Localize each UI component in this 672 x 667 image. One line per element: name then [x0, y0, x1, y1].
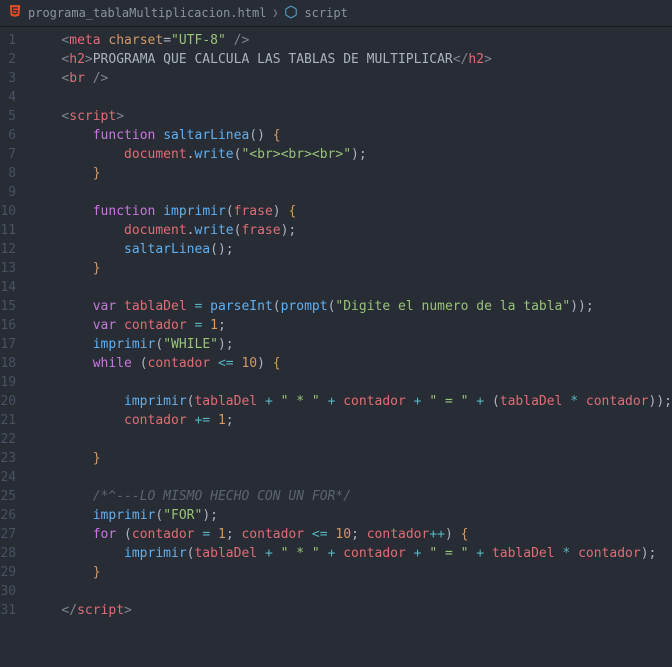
code-content[interactable]: <meta charset="UTF-8" /> <h2>PROGRAMA QU… — [30, 31, 672, 620]
line-number: 14 — [0, 278, 16, 297]
line-number: 5 — [0, 107, 16, 126]
code-line[interactable]: function imprimir(frase) { — [30, 202, 672, 221]
code-line[interactable] — [30, 430, 672, 449]
line-number: 8 — [0, 164, 16, 183]
line-number: 13 — [0, 259, 16, 278]
code-line[interactable]: contador += 1; — [30, 411, 672, 430]
line-number: 27 — [0, 525, 16, 544]
code-line[interactable]: var contador = 1; — [30, 316, 672, 335]
line-number: 22 — [0, 430, 16, 449]
code-line[interactable]: } — [30, 449, 672, 468]
line-number: 3 — [0, 69, 16, 88]
line-number: 26 — [0, 506, 16, 525]
line-number: 25 — [0, 487, 16, 506]
script-symbol-icon — [284, 5, 298, 22]
code-line[interactable] — [30, 183, 672, 202]
code-editor[interactable]: 1234567891011121314151617181920212223242… — [0, 27, 672, 620]
code-line[interactable] — [30, 468, 672, 487]
line-number: 15 — [0, 297, 16, 316]
line-number: 1 — [0, 31, 16, 50]
code-line[interactable]: document.write(frase); — [30, 221, 672, 240]
html-file-icon — [8, 4, 22, 22]
line-number: 19 — [0, 373, 16, 392]
line-number-gutter: 1234567891011121314151617181920212223242… — [0, 31, 30, 620]
breadcrumb[interactable]: programa_tablaMultiplicacion.html ❯ scri… — [0, 0, 672, 27]
code-line[interactable]: <meta charset="UTF-8" /> — [30, 31, 672, 50]
line-number: 24 — [0, 468, 16, 487]
code-line[interactable]: var tablaDel = parseInt(prompt("Digite e… — [30, 297, 672, 316]
line-number: 30 — [0, 582, 16, 601]
line-number: 28 — [0, 544, 16, 563]
code-line[interactable]: imprimir(tablaDel + " * " + contador + "… — [30, 544, 672, 563]
code-line[interactable]: </script> — [30, 601, 672, 620]
line-number: 20 — [0, 392, 16, 411]
breadcrumb-file[interactable]: programa_tablaMultiplicacion.html — [28, 6, 266, 20]
line-number: 31 — [0, 601, 16, 620]
line-number: 23 — [0, 449, 16, 468]
line-number: 11 — [0, 221, 16, 240]
line-number: 18 — [0, 354, 16, 373]
code-line[interactable]: /*^---LO MISMO HECHO CON UN FOR*/ — [30, 487, 672, 506]
code-line[interactable]: imprimir("WHILE"); — [30, 335, 672, 354]
line-number: 6 — [0, 126, 16, 145]
code-line[interactable] — [30, 582, 672, 601]
code-line[interactable]: for (contador = 1; contador <= 10; conta… — [30, 525, 672, 544]
code-line[interactable]: while (contador <= 10) { — [30, 354, 672, 373]
code-line[interactable] — [30, 88, 672, 107]
code-line[interactable]: document.write("<br><br><br>"); — [30, 145, 672, 164]
line-number: 21 — [0, 411, 16, 430]
line-number: 10 — [0, 202, 16, 221]
line-number: 12 — [0, 240, 16, 259]
code-line[interactable]: <script> — [30, 107, 672, 126]
code-line[interactable]: function saltarLinea() { — [30, 126, 672, 145]
line-number: 2 — [0, 50, 16, 69]
line-number: 29 — [0, 563, 16, 582]
breadcrumb-symbol[interactable]: script — [304, 6, 347, 20]
code-line[interactable]: imprimir(tablaDel + " * " + contador + "… — [30, 392, 672, 411]
code-line[interactable]: <br /> — [30, 69, 672, 88]
line-number: 7 — [0, 145, 16, 164]
line-number: 4 — [0, 88, 16, 107]
line-number: 16 — [0, 316, 16, 335]
line-number: 17 — [0, 335, 16, 354]
code-line[interactable] — [30, 278, 672, 297]
code-line[interactable]: <h2>PROGRAMA QUE CALCULA LAS TABLAS DE M… — [30, 50, 672, 69]
code-line[interactable]: saltarLinea(); — [30, 240, 672, 259]
code-line[interactable]: } — [30, 563, 672, 582]
code-line[interactable] — [30, 373, 672, 392]
line-number: 9 — [0, 183, 16, 202]
code-line[interactable]: } — [30, 259, 672, 278]
code-line[interactable]: } — [30, 164, 672, 183]
code-line[interactable]: imprimir("FOR"); — [30, 506, 672, 525]
chevron-right-icon: ❯ — [272, 8, 278, 19]
